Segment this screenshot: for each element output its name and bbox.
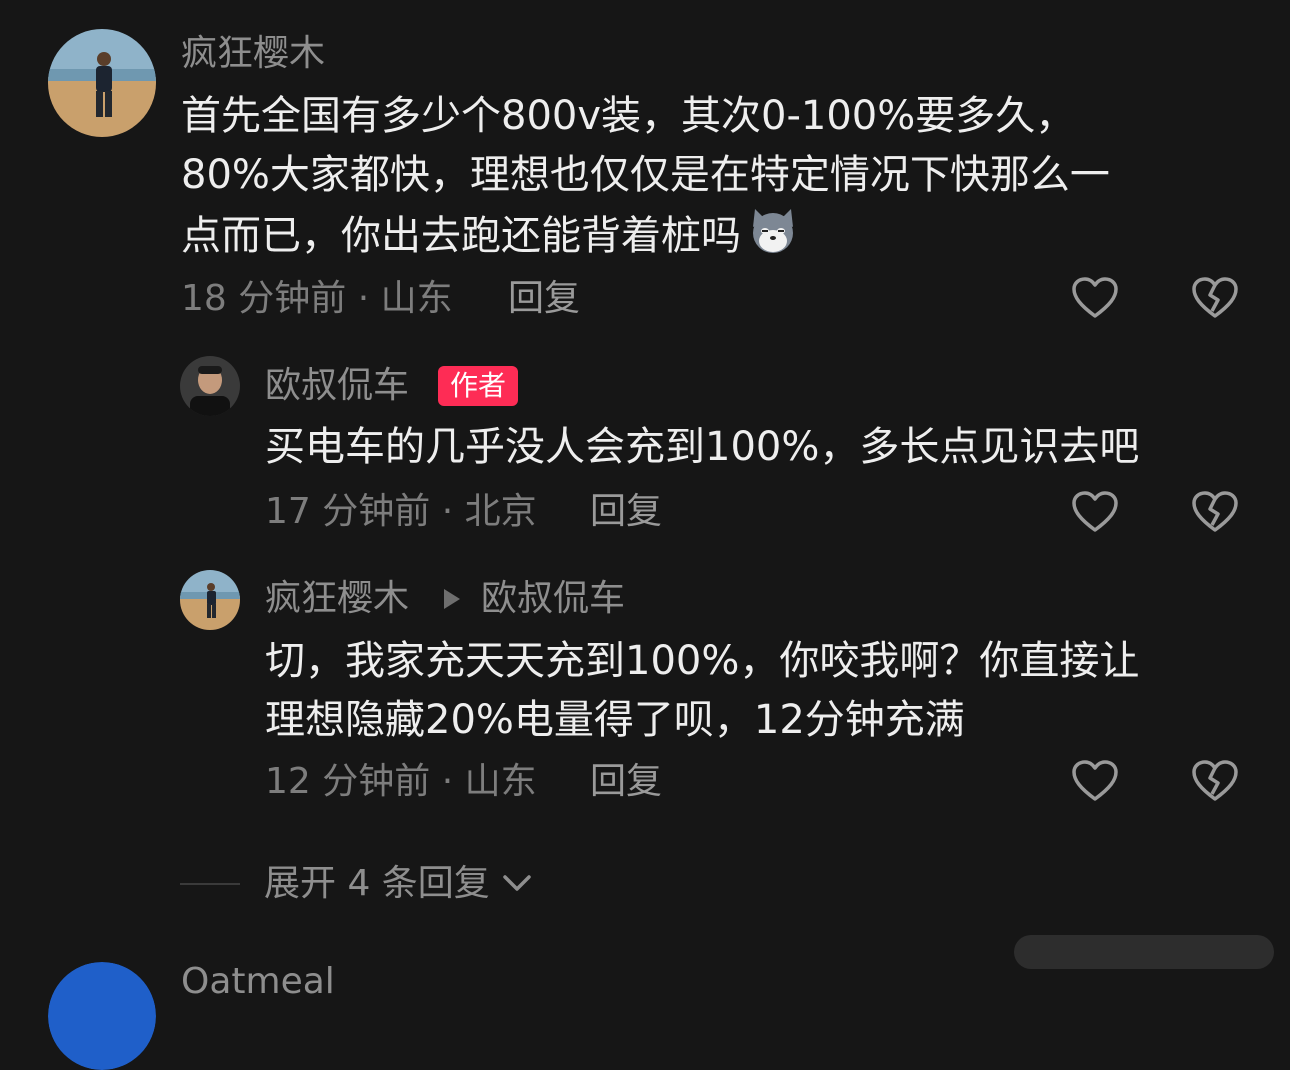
avatar[interactable] bbox=[48, 962, 156, 1070]
avatar[interactable] bbox=[180, 356, 240, 416]
like-heart-icon[interactable] bbox=[1071, 758, 1119, 806]
comment-username[interactable]: 疯狂樱木 bbox=[181, 32, 325, 76]
avatar[interactable] bbox=[180, 570, 240, 630]
comment-username[interactable]: Oatmeal bbox=[181, 960, 335, 1004]
comment-meta: 12 分钟前 · 山东 bbox=[265, 761, 537, 802]
expand-replies-button[interactable]: 展开 4 条回复 bbox=[264, 862, 533, 906]
comment-meta: 18 分钟前 · 山东 bbox=[181, 278, 453, 319]
comment-username[interactable]: 欧叔侃车 bbox=[265, 364, 409, 408]
author-badge: 作者 bbox=[438, 366, 519, 406]
chevron-down-icon bbox=[503, 875, 531, 891]
like-heart-icon[interactable] bbox=[1071, 489, 1119, 537]
dislike-broken-heart-icon[interactable] bbox=[1191, 275, 1239, 323]
reply-to-username[interactable]: 欧叔侃车 bbox=[481, 577, 625, 621]
comment-text: 切，我家充天天充到100%，你咬我啊？你直接让 理想隐藏20%电量得了呗，12分… bbox=[265, 638, 1140, 743]
expand-divider bbox=[180, 883, 240, 885]
comment-text: 首先全国有多少个800v装，其次0-100%要多久， 80%大家都快，理想也仅仅… bbox=[181, 87, 1261, 266]
comment-text: 买电车的几乎没人会充到100%，多长点见识去吧 bbox=[265, 424, 1140, 470]
expand-replies-label: 展开 4 条回复 bbox=[264, 863, 490, 904]
watermark bbox=[1014, 935, 1274, 969]
like-heart-icon[interactable] bbox=[1071, 275, 1119, 323]
comment-text-content: 首先全国有多少个800v装，其次0-100%要多久， 80%大家都快，理想也仅仅… bbox=[181, 93, 1110, 259]
reply-button[interactable]: 回复 bbox=[590, 760, 662, 804]
comment-username[interactable]: 疯狂樱木 bbox=[265, 577, 409, 621]
reply-button[interactable]: 回复 bbox=[508, 277, 580, 321]
reply-button[interactable]: 回复 bbox=[590, 490, 662, 534]
reply-arrow-icon bbox=[444, 589, 460, 609]
dislike-broken-heart-icon[interactable] bbox=[1191, 489, 1239, 537]
comment-meta: 17 分钟前 · 北京 bbox=[265, 491, 537, 532]
husky-dog-icon bbox=[747, 205, 799, 257]
dislike-broken-heart-icon[interactable] bbox=[1191, 758, 1239, 806]
avatar[interactable] bbox=[48, 29, 156, 137]
